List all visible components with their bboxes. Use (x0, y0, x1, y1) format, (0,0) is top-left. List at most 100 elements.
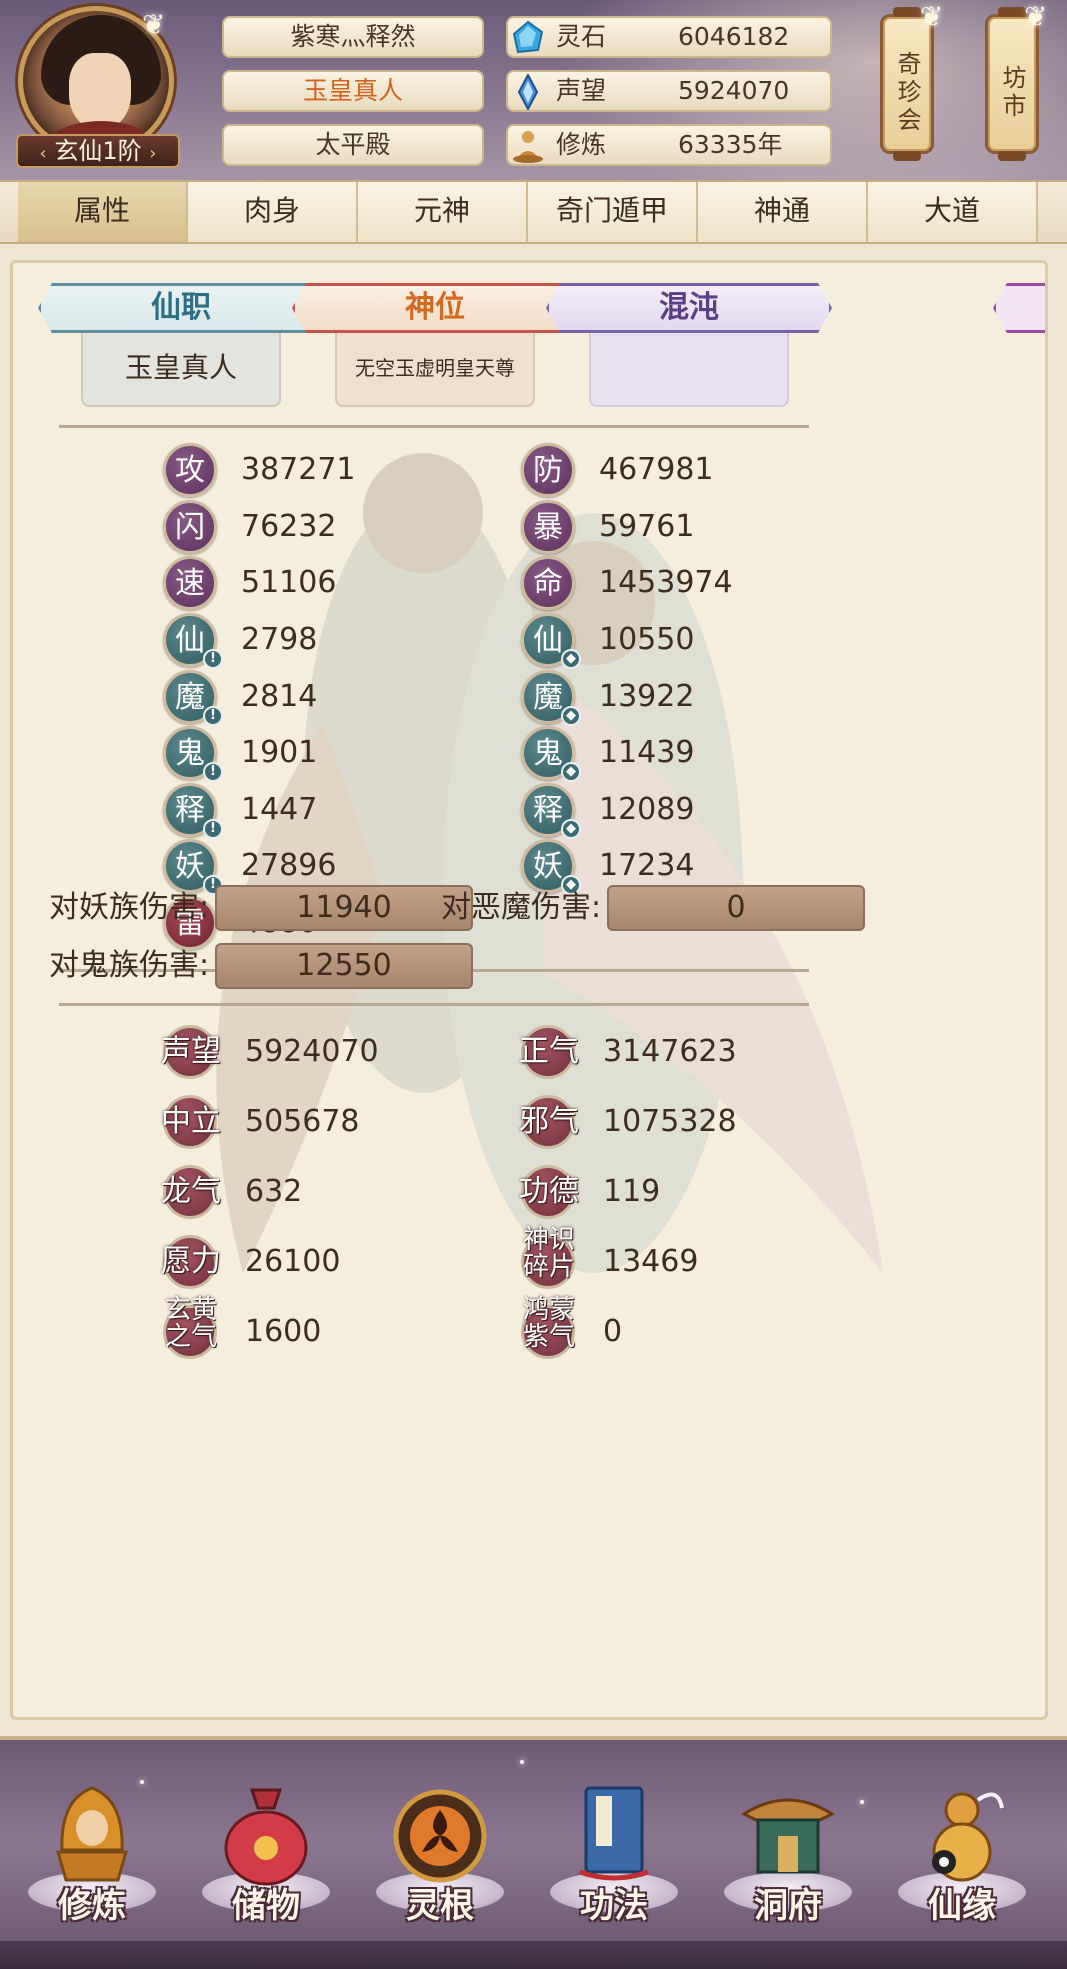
reputation-crystal-icon (517, 74, 539, 110)
vs-demon-damage-value: 0 (607, 885, 865, 931)
resource-label: 声望 (556, 76, 607, 105)
stat-value: 2798 (241, 622, 318, 657)
top-header: ❦ ‹ 玄仙1阶 › 紫寒灬释然 玉皇真人 太平殿 灵石 6046182 声望 … (0, 0, 1067, 180)
card-value: 玉皇真人 (81, 333, 281, 407)
resource-reputation[interactable]: 声望 5924070 (506, 70, 832, 112)
resource-spirit-stone[interactable]: 灵石 6046182 (506, 16, 832, 58)
rep-label: 功德 (519, 1174, 579, 1209)
rep-value: 119 (603, 1174, 661, 1209)
stat-badge: 攻 (163, 443, 217, 497)
tab-body[interactable]: 肉身 (188, 182, 358, 242)
attack-mark-icon: ! (203, 649, 223, 669)
resource-value: 5924070 (678, 76, 790, 105)
attack-mark-icon: ! (203, 762, 223, 782)
rep-value: 13469 (603, 1244, 699, 1279)
nav-spirit-root[interactable]: 灵根 (370, 1780, 510, 1940)
attack-mark-icon: ! (203, 706, 223, 726)
treasure-fair-lantern[interactable]: 奇珍会 (880, 7, 934, 161)
resource-panel: 灵石 6046182 声望 5924070 修炼 63335年 (506, 16, 832, 178)
rank-right-arrow-icon: › (149, 143, 157, 164)
attributes-panel: 仙职 玉皇真人 神位 无空玉虚明皇天尊 混沌 攻 387271 闪 76232 速5… (10, 260, 1048, 1720)
nav-cave-dwelling[interactable]: 洞府 (718, 1780, 858, 1940)
shield-mark-icon: ◆ (561, 649, 581, 669)
rep-value: 1075328 (603, 1104, 737, 1139)
rep-value: 26100 (245, 1244, 341, 1279)
vs-monster-damage-label: 对妖族伤害: (49, 890, 210, 925)
nav-cultivate[interactable]: 修炼 (22, 1780, 162, 1940)
card-title: 仙职 (38, 283, 324, 333)
sparkle-decoration (520, 1760, 524, 1764)
rep-value: 5924070 (245, 1034, 379, 1069)
stat-value: 387271 (241, 452, 356, 487)
card-value (589, 333, 789, 407)
stat-value: 2814 (241, 679, 318, 714)
spirit-stone-icon (512, 20, 544, 54)
tab-bar: 属性 肉身 元神 奇门遁甲 神通 大道 (0, 180, 1067, 244)
scripture-book-icon (579, 1786, 649, 1881)
nav-label: 洞府 (754, 1886, 822, 1926)
tab-divine-powers[interactable]: 神通 (698, 182, 868, 242)
palace-plate[interactable]: 太平殿 (222, 124, 484, 166)
card-title: 混沌 (546, 283, 832, 333)
vs-ghost-damage-value: 12550 (215, 943, 473, 989)
title-cards: 仙职 玉皇真人 神位 无空玉虚明皇天尊 混沌 (13, 263, 1048, 413)
nav-immortal-fate[interactable]: 仙缘 (892, 1780, 1032, 1940)
treasure-bag-icon (224, 1788, 308, 1886)
resource-value: 6046182 (678, 22, 790, 51)
spirit-root-emblem-icon (393, 1789, 487, 1883)
rep-value: 632 (245, 1174, 303, 1209)
stat-value: 11439 (599, 735, 695, 770)
bottom-strip (0, 1941, 1067, 1969)
pavilion-icon (740, 1798, 836, 1874)
hooded-monk-icon (56, 1786, 128, 1882)
nav-label: 灵根 (406, 1886, 474, 1926)
stat-value: 59761 (599, 509, 695, 544)
stat-badge: 命 (521, 556, 575, 610)
butterfly-icon: ❦ (142, 8, 166, 41)
card-title-partial (993, 283, 1048, 333)
rep-value: 3147623 (603, 1034, 737, 1069)
butterfly-icon: ❦ (920, 0, 944, 33)
shield-mark-icon: ◆ (561, 706, 581, 726)
nav-storage[interactable]: 储物 (196, 1780, 336, 1940)
rep-value: 0 (603, 1314, 623, 1349)
resource-cultivation[interactable]: 修炼 63335年 (506, 124, 832, 166)
vs-monster-damage-value: 11940 (215, 885, 473, 931)
vs-demon-damage-label: 对恶魔伤害: (441, 890, 602, 925)
tab-spirit[interactable]: 元神 (358, 182, 528, 242)
section-divider (59, 425, 809, 428)
stat-value: 1901 (241, 735, 318, 770)
shield-mark-icon: ◆ (561, 819, 581, 839)
resource-label: 灵石 (556, 22, 607, 51)
rep-value: 1600 (245, 1314, 322, 1349)
resource-value: 63335年 (678, 130, 783, 159)
meditation-icon (513, 131, 543, 163)
sparkle-decoration (860, 1800, 864, 1804)
butterfly-icon: ❦ (1024, 0, 1048, 33)
stat-value: 1447 (241, 792, 318, 827)
title-plate[interactable]: 玉皇真人 (222, 70, 484, 112)
rank-left-arrow-icon: ‹ (39, 143, 47, 164)
tab-qimen-dunjia[interactable]: 奇门遁甲 (528, 182, 698, 242)
stat-value: 467981 (599, 452, 714, 487)
tab-attributes[interactable]: 属性 (18, 182, 188, 242)
rank-badge: ‹ 玄仙1阶 › (16, 134, 180, 168)
bottom-nav: 修炼 储物 灵根 功法 洞府 仙缘 (0, 1736, 1067, 1969)
nav-techniques[interactable]: 功法 (544, 1780, 684, 1940)
stat-value: 76232 (241, 509, 337, 544)
nav-label: 功法 (580, 1886, 648, 1926)
player-name-plate[interactable]: 紫寒灬释然 (222, 16, 484, 58)
stat-value: 51106 (241, 565, 337, 600)
nav-label: 仙缘 (928, 1886, 996, 1926)
stat-value: 1453974 (599, 565, 733, 600)
next-card-partial[interactable] (793, 283, 1048, 333)
shield-mark-icon: ◆ (561, 762, 581, 782)
stat-badge: 速 (163, 556, 217, 610)
market-lantern[interactable]: 坊市 (985, 7, 1039, 161)
nav-label: 修炼 (58, 1886, 126, 1926)
stat-value: 13922 (599, 679, 695, 714)
rep-label: 愿力 (161, 1244, 221, 1279)
card-value: 无空玉虚明皇天尊 (335, 333, 535, 407)
tab-great-dao[interactable]: 大道 (868, 182, 1038, 242)
gourd-icon (932, 1792, 1004, 1882)
